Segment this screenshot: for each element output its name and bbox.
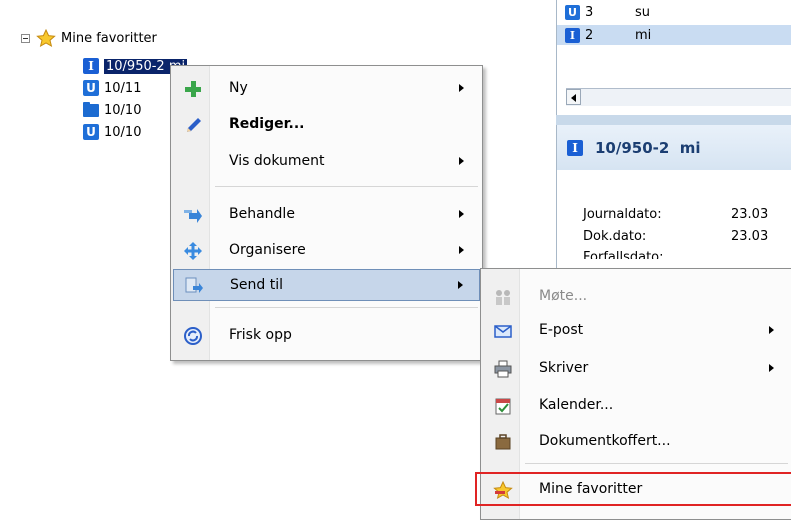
detail-header: I 10/950-2 mi [556,125,791,170]
tree-item[interactable]: U 10/10 [83,122,141,142]
list-row-number: 2 [585,27,594,43]
menu-item-behandle[interactable]: Behandle [173,199,480,229]
menu-item-dokumentkoffert[interactable]: Dokumentkoffert... [483,426,790,456]
top-cutoff-text [0,0,555,8]
document-i-icon: I [565,27,580,43]
tree-item[interactable]: U 10/11 [83,78,141,98]
scroll-left-icon[interactable] [566,89,581,105]
context-menu: Ny Rediger... Vis dokument Behandle Orga… [170,65,483,361]
plus-icon [185,81,201,97]
calendar-icon [495,398,511,415]
tree-item-label: 10/10 [104,102,142,118]
list-row-initials: su [635,4,651,20]
submenu-arrow-icon [459,246,464,254]
send-til-submenu: Møte... E-post Skriver Kalender... Dokum… [475,268,791,520]
refresh-icon [184,327,202,345]
email-icon [494,325,512,338]
field-label: Journaldato: [583,207,662,222]
list-row-selected[interactable]: I 2 mi [557,25,791,45]
menu-item-kalender[interactable]: Kalender... [483,390,790,420]
menu-item-mote: Møte... [483,281,790,311]
menu-item-e-post[interactable]: E-post [483,315,790,345]
submenu-arrow-icon [458,281,463,289]
list-row[interactable]: U 3 su [565,2,650,22]
favorites-star-icon [493,481,513,499]
detail-title: 10/950-2 mi [595,138,701,157]
field-label: Dok.dato: [583,229,647,244]
briefcase-icon [495,434,511,450]
tree-root[interactable]: Mine favoritter [21,28,157,48]
menu-separator [215,307,478,308]
collapse-icon[interactable] [21,33,30,43]
document-u-icon: U [83,80,99,96]
menu-separator [215,186,478,187]
send-to-icon [185,277,203,293]
document-u-icon: U [565,4,580,20]
menu-item-mine-favoritter[interactable]: Mine favoritter [475,472,791,506]
field-value: 23.03 [731,207,769,222]
tree-item[interactable]: 10/10 [83,100,141,120]
folder-icon [83,101,99,117]
menu-separator [525,463,788,464]
process-arrow-icon [184,209,202,223]
star-icon [36,29,56,47]
submenu-arrow-icon [769,364,774,372]
field-label: Forfallsdato: [583,251,664,259]
pencil-icon [187,118,201,132]
menu-item-organisere[interactable]: Organisere [173,235,480,265]
menu-item-send-til[interactable]: Send til [173,269,480,301]
list-row-initials: mi [635,27,652,43]
menu-item-skriver[interactable]: Skriver [483,353,790,383]
submenu-arrow-icon [459,84,464,92]
list-row-number: 3 [585,4,594,20]
move-arrows-icon [184,242,202,260]
submenu-arrow-icon [459,210,464,218]
document-i-icon: I [567,139,583,156]
document-u-icon: U [83,124,99,140]
horizontal-scrollbar[interactable] [566,88,791,106]
submenu-arrow-icon [769,326,774,334]
submenu-arrow-icon [459,157,464,165]
meeting-icon [496,290,510,305]
printer-icon [494,360,512,378]
tree-item-label: 10/10 [104,124,142,140]
menu-item-vis-dokument[interactable]: Vis dokument [173,146,480,176]
menu-item-frisk-opp[interactable]: Frisk opp [173,320,480,350]
tree-item-label: 10/11 [104,80,142,96]
field-value: 23.03 [731,229,769,244]
document-i-icon: I [83,58,99,74]
menu-item-ny[interactable]: Ny [173,73,480,103]
tree-root-label: Mine favoritter [61,30,157,46]
menu-item-rediger[interactable]: Rediger... [173,109,480,139]
